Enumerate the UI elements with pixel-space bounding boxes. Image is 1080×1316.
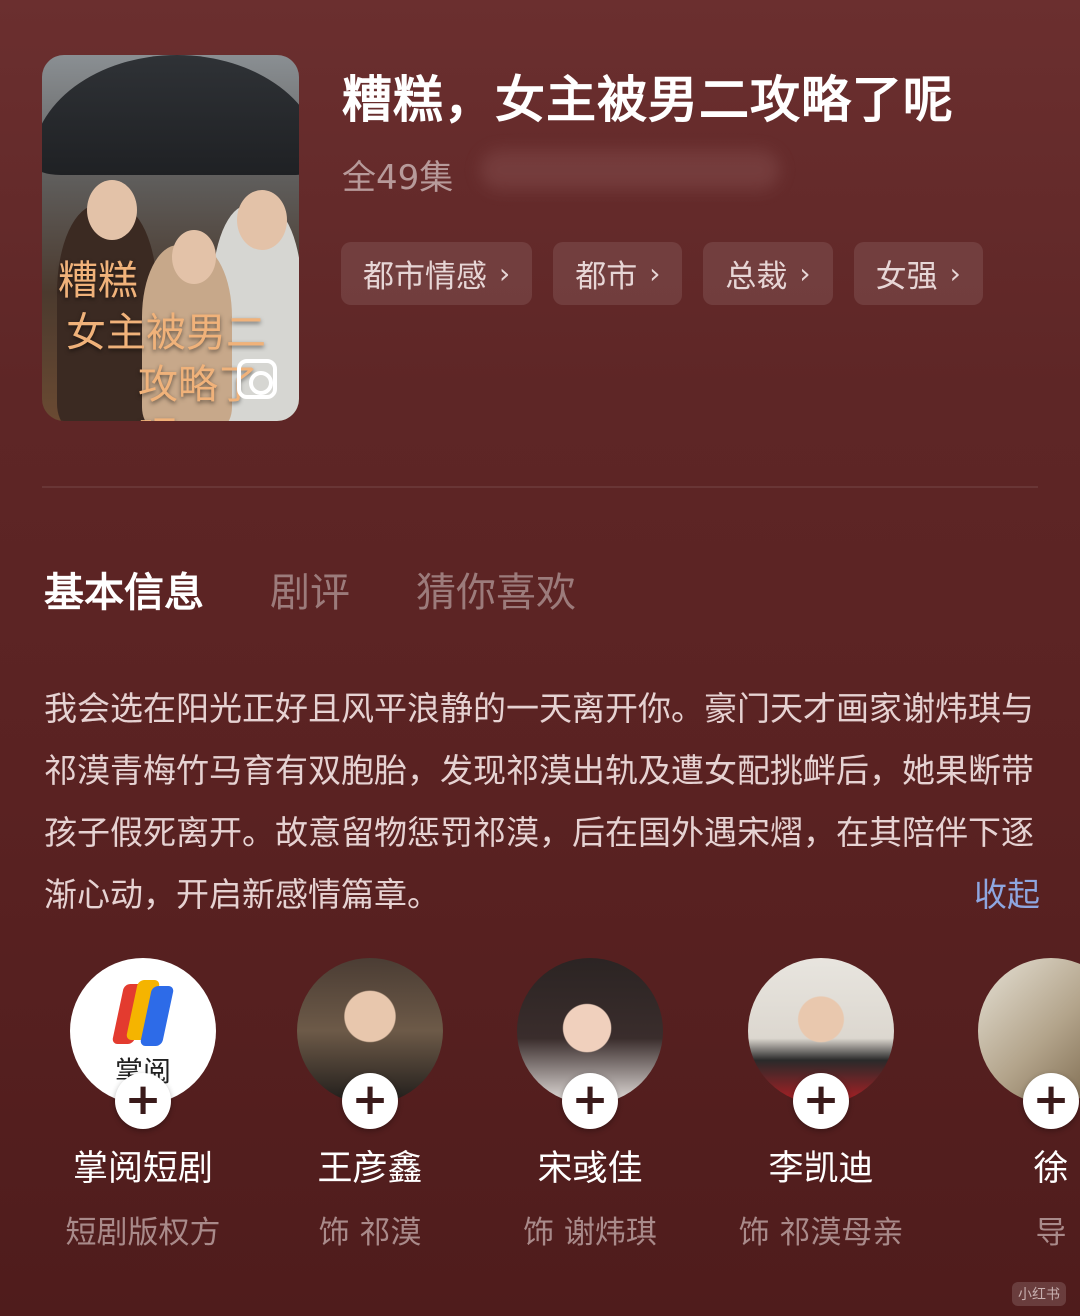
episode-count: 全49集: [342, 158, 454, 198]
tag-label: 都市情感: [363, 259, 487, 295]
blurred-info: [480, 150, 780, 190]
cast-item[interactable]: + 王彦鑫 饰 祁漠: [260, 958, 480, 1252]
tag-list: 都市情感 › 都市 › 总裁 › 女强 ›: [341, 242, 983, 305]
chevron-right-icon: ›: [949, 257, 961, 290]
cast-role: 饰 谢炜琪: [523, 1215, 657, 1251]
poster-figure-head: [237, 190, 287, 250]
tag-chip[interactable]: 都市情感 ›: [341, 242, 533, 305]
cast-role: 短剧版权方: [65, 1215, 221, 1251]
synopsis: 我会选在阳光正好且风平浪静的一天离开你。豪门天才画家谢炜琪与祁漠青梅竹马育有双胞…: [44, 678, 1040, 926]
poster-title-line: 糟糕: [58, 258, 138, 304]
cast-name: 掌阅短剧: [72, 1149, 213, 1189]
tab-basic-info[interactable]: 基本信息: [44, 560, 204, 618]
cast-role: 饰 祁漠: [318, 1215, 422, 1251]
follow-plus-button[interactable]: +: [562, 1073, 618, 1129]
chevron-right-icon: ›: [649, 257, 661, 290]
cast-item[interactable]: 掌阅 + 掌阅短剧 短剧版权方: [33, 958, 253, 1252]
book-logo-icon: [111, 980, 175, 1046]
cast-name: 李凯迪: [768, 1149, 874, 1189]
cast-role: 饰 祁漠母亲: [738, 1215, 904, 1251]
poster-figure-head: [87, 180, 137, 240]
cast-list: 掌阅 + 掌阅短剧 短剧版权方 + 王彦鑫 饰 祁漠 + 宋彧佳 饰 谢炜琪 +…: [0, 958, 1080, 1258]
synopsis-text: 我会选在阳光正好且风平浪静的一天离开你。豪门天才画家谢炜琪与祁漠青梅竹马育有双胞…: [44, 689, 1034, 914]
tag-label: 总裁: [725, 259, 788, 295]
drama-title: 糟糕，女主被男二攻略了呢: [342, 71, 954, 129]
live-photo-icon[interactable]: [237, 359, 277, 399]
cast-name: 王彦鑫: [317, 1149, 423, 1189]
cast-item[interactable]: + 宋彧佳 饰 谢炜琪: [480, 958, 700, 1252]
collapse-link[interactable]: 收起: [974, 864, 1040, 926]
tab-reviews[interactable]: 剧评: [270, 560, 350, 618]
cast-name: 徐: [1033, 1149, 1069, 1189]
chevron-right-icon: ›: [499, 257, 511, 290]
tag-chip[interactable]: 女强 ›: [853, 242, 983, 305]
drama-poster[interactable]: 糟糕 女主被男二 攻略了呢: [42, 55, 299, 421]
follow-plus-button[interactable]: +: [342, 1073, 398, 1129]
tag-label: 女强: [875, 259, 938, 295]
cast-item[interactable]: + 李凯迪 饰 祁漠母亲: [711, 958, 931, 1252]
umbrella-graphic: [42, 55, 299, 175]
divider: [42, 486, 1038, 488]
cast-role: 导: [1035, 1215, 1067, 1251]
watermark: 小红书: [1012, 1282, 1066, 1306]
poster-title-line: 女主被男二: [66, 310, 266, 356]
follow-plus-button[interactable]: +: [1023, 1073, 1079, 1129]
tab-recommendations[interactable]: 猜你喜欢: [416, 560, 576, 618]
tag-chip[interactable]: 都市 ›: [553, 242, 683, 305]
chevron-right-icon: ›: [799, 257, 811, 290]
cast-item[interactable]: + 徐 导: [941, 958, 1080, 1252]
cast-name: 宋彧佳: [537, 1149, 643, 1189]
follow-plus-button[interactable]: +: [115, 1073, 171, 1129]
tag-chip[interactable]: 总裁 ›: [703, 242, 833, 305]
tab-bar: 基本信息 剧评 猜你喜欢: [44, 560, 576, 618]
follow-plus-button[interactable]: +: [793, 1073, 849, 1129]
tag-label: 都市: [575, 259, 638, 295]
